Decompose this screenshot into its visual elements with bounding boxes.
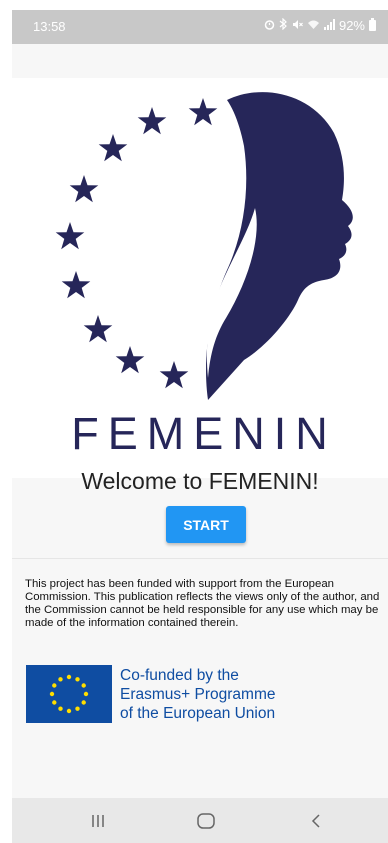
eu-funding-logo: Co-funded by the Erasmus+ Programme of t…: [26, 665, 326, 723]
logo-wordmark: FEMENIN: [71, 408, 337, 459]
back-button[interactable]: [286, 798, 346, 843]
recent-apps-icon: [92, 814, 104, 827]
status-time: 13:58: [33, 19, 66, 34]
mute-icon: [292, 19, 303, 33]
bluetooth-icon: [279, 17, 288, 33]
phone-screen: 13:58 92% FEMENIN Welcome to FEMENIN! ST…: [12, 10, 388, 843]
femenin-logo: FEMENIN: [12, 78, 388, 478]
signal-icon: [323, 18, 335, 33]
funding-disclaimer: This project has been funded with suppor…: [25, 578, 380, 629]
logo-graphic: [55, 92, 353, 401]
section-divider: [12, 558, 388, 559]
battery-level: 92%: [338, 18, 365, 33]
eu-funding-line-2: Erasmus+ Programme: [120, 686, 276, 703]
profile-silhouette-icon: [206, 92, 353, 401]
eu-flag-icon: [26, 665, 112, 723]
eu-funding-line-1: Co-funded by the: [120, 667, 239, 684]
eu-funding-text: Co-funded by the Erasmus+ Programme of t…: [120, 666, 275, 723]
alarm-icon: [264, 19, 275, 33]
eu-stars-icon: [55, 98, 218, 389]
start-button[interactable]: START: [166, 506, 246, 543]
welcome-title: Welcome to FEMENIN!: [81, 468, 319, 494]
app-header: [12, 44, 388, 78]
system-nav-bar: [12, 798, 388, 843]
recent-apps-button[interactable]: [68, 798, 128, 843]
eu-funding-line-3: of the European Union: [120, 705, 276, 722]
home-icon: [197, 812, 215, 829]
wifi-icon: [307, 19, 320, 33]
status-icons: 92%: [264, 17, 376, 33]
back-icon: [311, 813, 320, 828]
status-bar: 13:58 92%: [12, 10, 388, 44]
battery-icon: [369, 18, 376, 31]
home-button[interactable]: [176, 798, 236, 843]
